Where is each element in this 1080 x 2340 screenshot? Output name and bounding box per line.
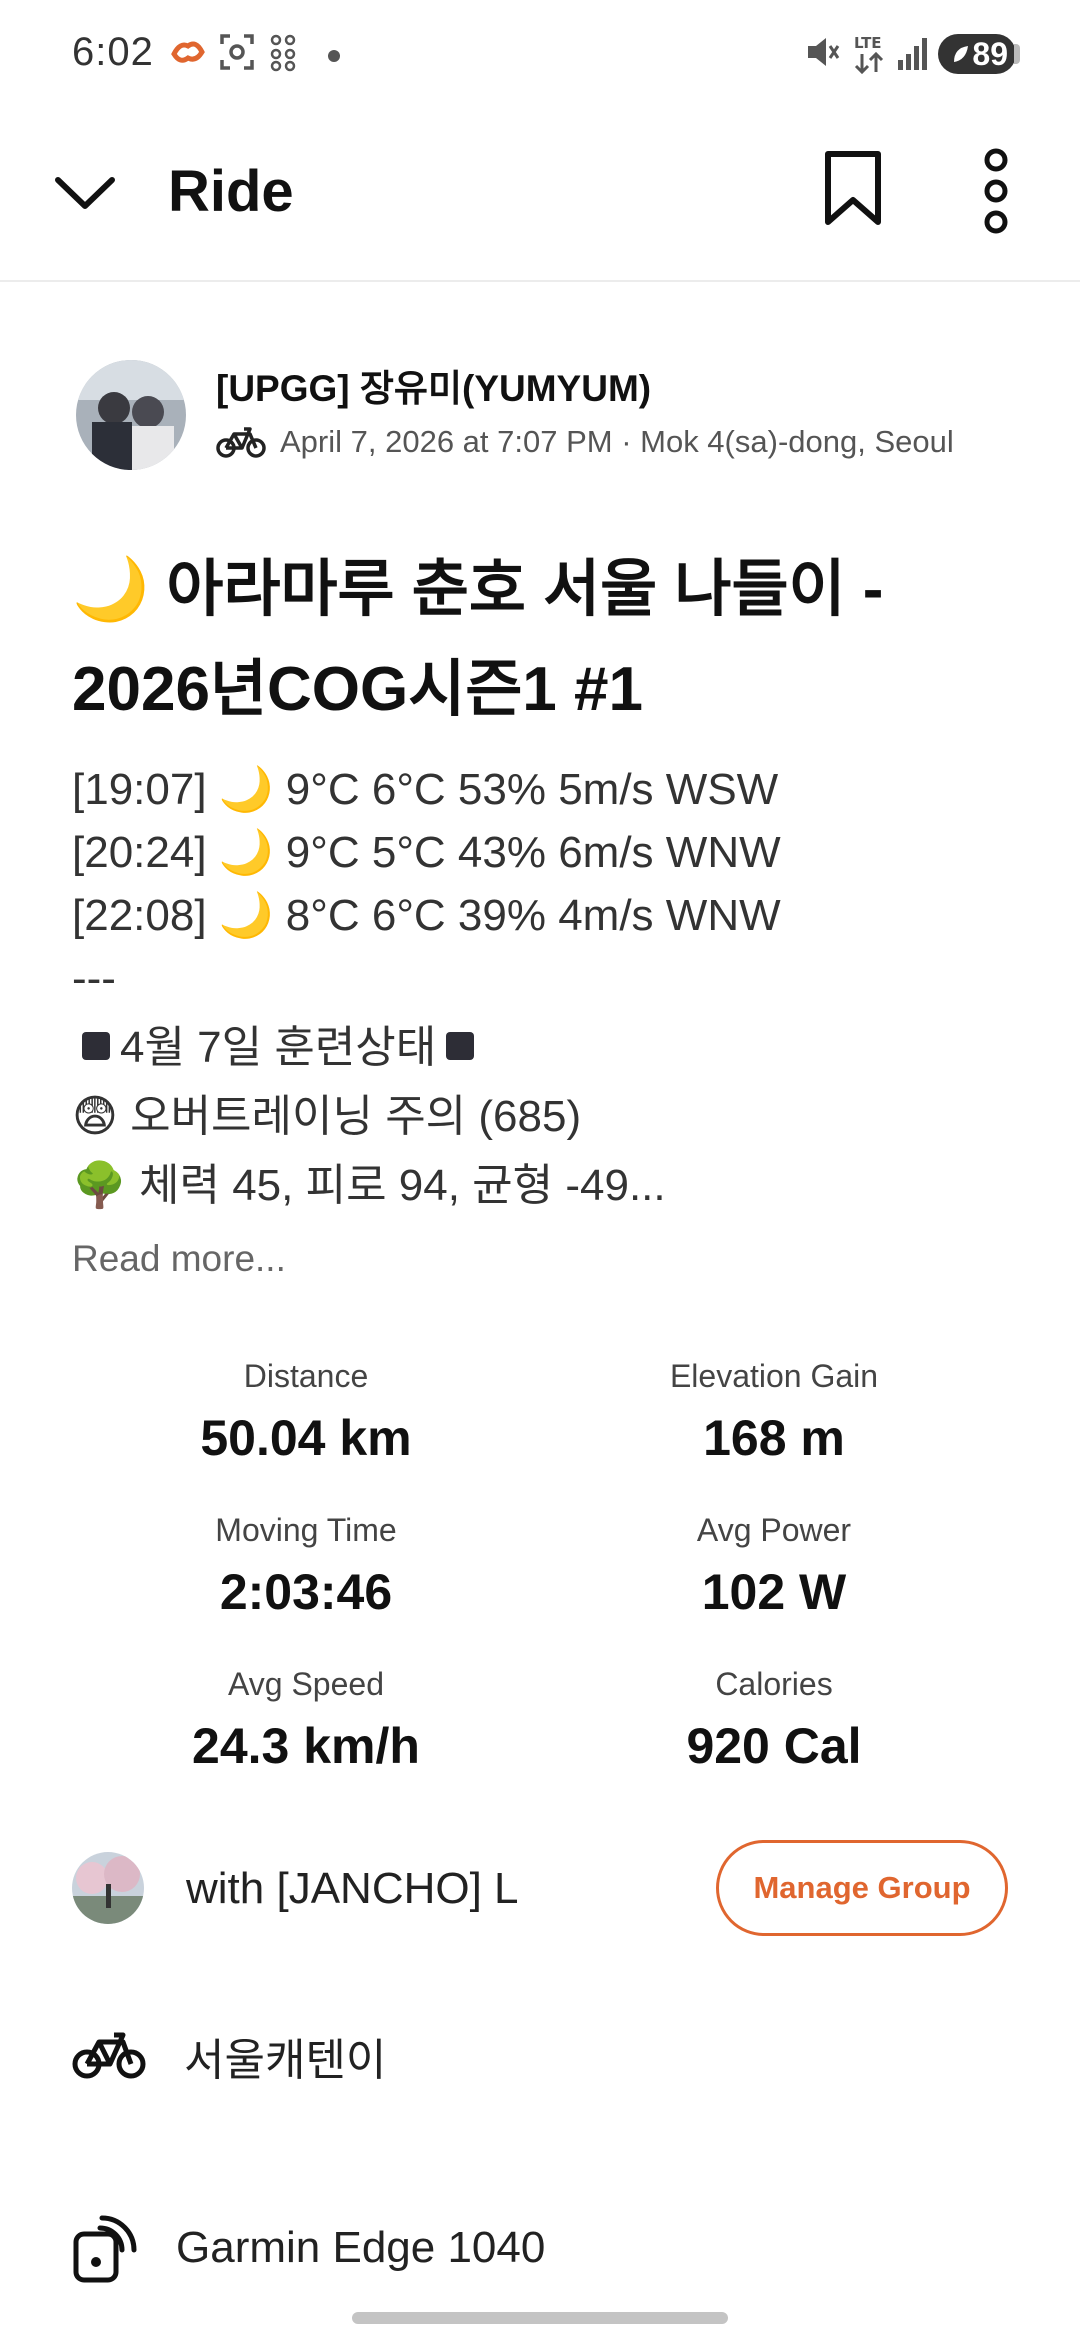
page-title: Ride [168,159,294,224]
stat-value: 168 m [703,1410,845,1466]
training-status-header: 4월 7일 훈련상태 [72,1016,1032,1079]
bookmark-icon[interactable] [818,148,888,228]
device-name: Garmin Edge 1040 [176,2223,546,2272]
lte-icon: LTE [854,34,884,75]
device-row[interactable]: Garmin Edge 1040 [72,2212,545,2284]
activity-title-line1: 🌙 아라마루 춘호 서울 나들이 - [72,555,884,624]
stat-value: 50.04 km [200,1410,412,1466]
separator-line: --- [72,954,116,1003]
stat-value: 24.3 km/h [192,1718,420,1774]
stat-label: Avg Speed [228,1666,384,1702]
activity-title: 🌙 아라마루 춘호 서울 나들이 - 2026년COG시즌1 #1 [72,540,1032,740]
black-square-icon [82,1032,110,1061]
svg-text:LTE: LTE [854,34,882,52]
stat-avg-power: Avg Power 102 W [534,1512,1014,1621]
overtraining-line: 😨 오버트레이닝 주의 (685) [72,1092,582,1141]
dot-icon [328,50,340,62]
fitness-line: 🌳 체력 45, 피로 94, 균형 -49... [72,1161,666,1210]
bike-icon [72,2032,146,2079]
app-grid-icon [270,34,296,72]
more-vertical-icon[interactable] [968,148,1024,234]
battery-nub [1014,44,1020,64]
battery-saver-icon [954,46,969,62]
training-status-text: 4월 7일 훈련상태 [120,1023,437,1072]
stat-label: Distance [243,1358,369,1394]
app-header: Ride [0,110,1080,282]
activity-title-line2: 2026년COG시즌1 #1 [72,655,643,724]
strava-notification-icon [171,41,205,63]
stat-value: 102 W [701,1564,847,1620]
stat-avg-speed: Avg Speed 24.3 km/h [66,1666,546,1775]
group-avatar-photo [72,1852,144,1924]
read-more-link[interactable]: Read more... [72,1238,286,1280]
chevron-down-icon[interactable] [52,160,118,226]
avatar-photo [76,360,186,470]
weather-line: [22:08] 🌙 8°C 6°C 39% 4m/s WNW [72,891,781,940]
stat-value: 2:03:46 [219,1564,393,1620]
mute-icon [808,38,840,66]
activity-detail-screen: 6:02 LTE 89 Ride [UPGG] 장유미(YUMYUM) Apri… [0,0,1080,2340]
bike-gear-row[interactable]: 서울캐텐이 [72,2024,386,2088]
stat-label: Avg Power [696,1512,852,1548]
status-time: 6:02 [72,30,154,74]
stat-elevation-gain: Elevation Gain 168 m [534,1358,1014,1467]
weather-line: [20:24] 🌙 9°C 5°C 43% 6m/s WNW [72,828,781,877]
stat-calories: Calories 920 Cal [534,1666,1014,1775]
activity-description: [19:07] 🌙 9°C 6°C 53% 5m/s WSW [20:24] 🌙… [72,758,1032,1217]
stat-label: Elevation Gain [669,1358,879,1394]
stat-moving-time: Moving Time 2:03:46 [66,1512,546,1621]
stat-label: Moving Time [215,1512,397,1548]
bike-icon [216,427,266,458]
status-bar: 6:02 LTE 89 [0,0,1080,110]
stat-distance: Distance 50.04 km [66,1358,546,1467]
group-member-avatar[interactable] [72,1852,144,1924]
group-with-text[interactable]: with [JANCHO] L [186,1864,519,1914]
navigation-handle[interactable] [352,2312,728,2324]
activity-meta: April 7, 2026 at 7:07 PM · Mok 4(sa)-don… [216,424,954,460]
battery-icon: 89 [938,34,1016,74]
activity-date-location: April 7, 2026 at 7:07 PM · Mok 4(sa)-don… [280,424,954,459]
black-square-icon [446,1032,475,1061]
stat-label: Calories [715,1666,833,1702]
athlete-name[interactable]: [UPGG] 장유미(YUMYUM) [216,358,651,412]
signal-icon [898,38,927,70]
device-icon [73,2215,137,2283]
battery-level: 89 [972,35,1008,72]
manage-group-button[interactable]: Manage Group [716,1840,1008,1936]
screenshot-icon [220,34,254,70]
athlete-avatar[interactable] [76,360,186,470]
stat-value: 920 Cal [686,1718,862,1774]
bike-name: 서울캐텐이 [184,2036,387,2085]
weather-line: [19:07] 🌙 9°C 6°C 53% 5m/s WSW [72,765,779,814]
